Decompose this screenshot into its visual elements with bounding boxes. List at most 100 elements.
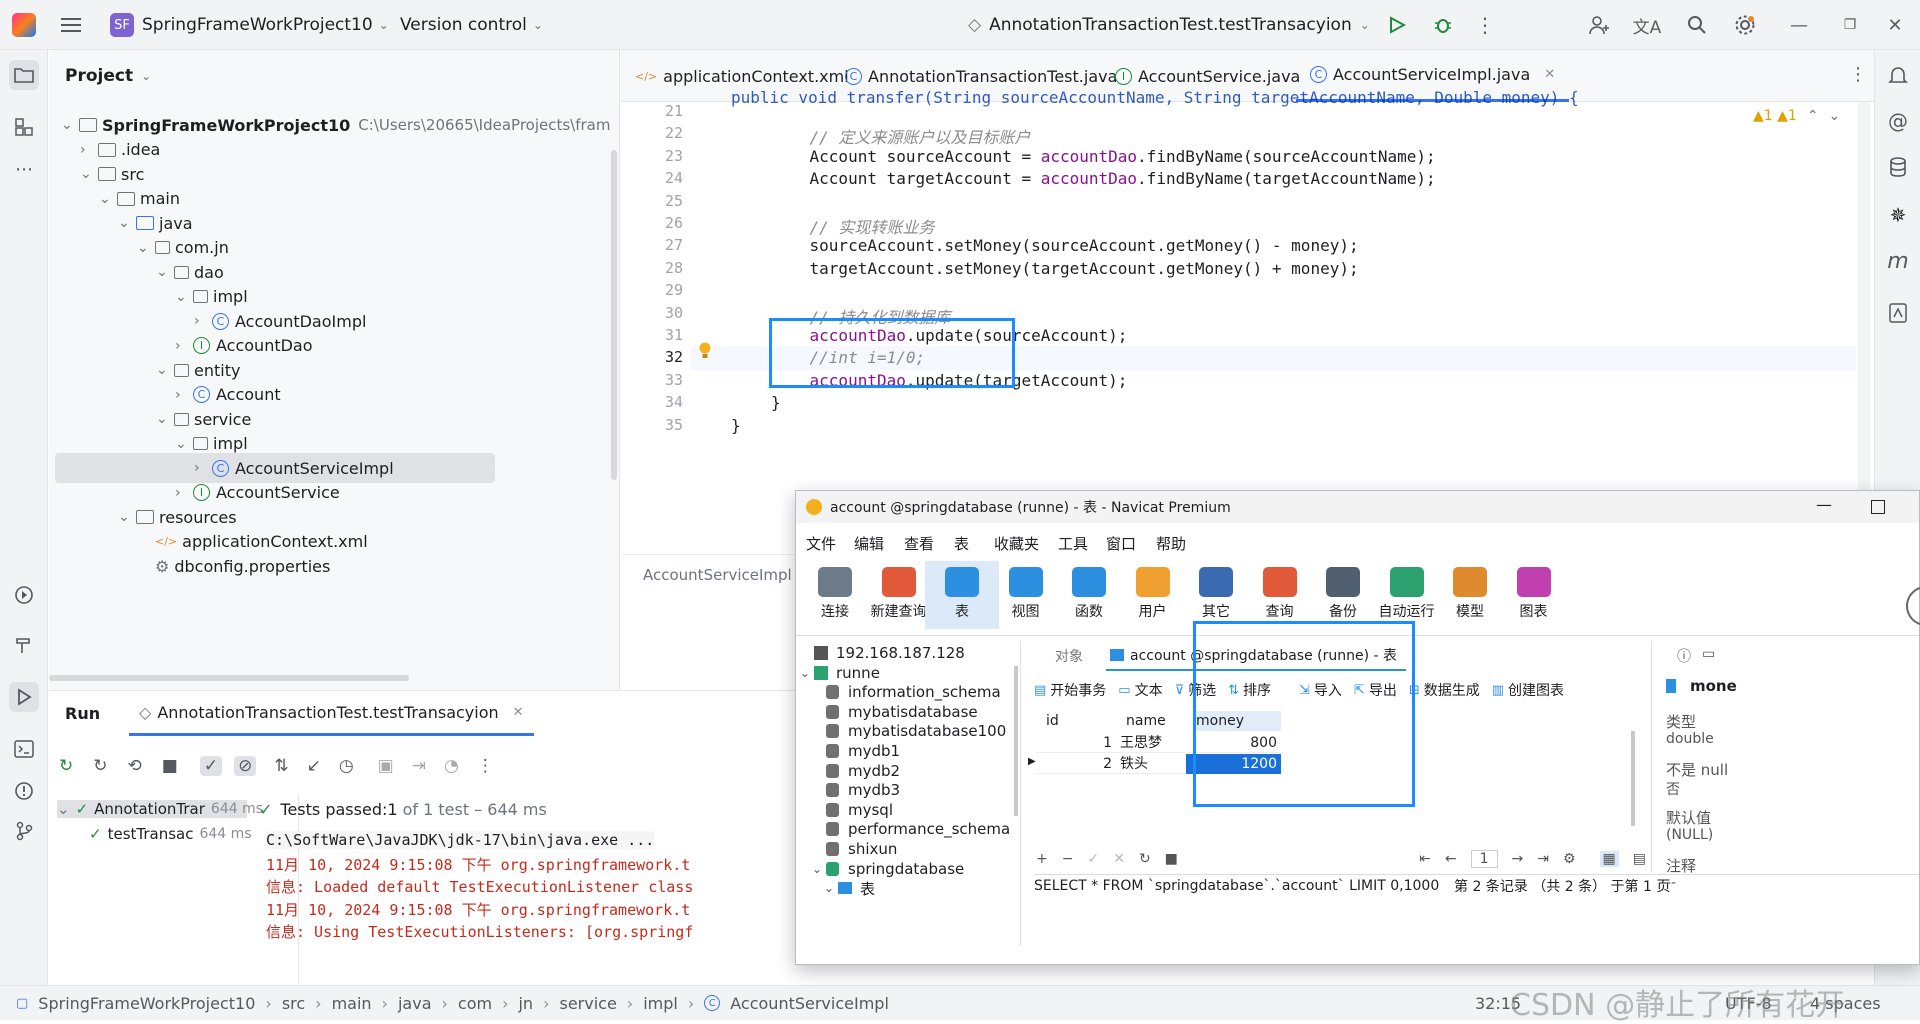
run-tool-icon[interactable] xyxy=(9,682,39,712)
close-tab-icon[interactable]: ✕ xyxy=(513,705,524,720)
close-window-icon[interactable]: ✕ xyxy=(1880,10,1910,40)
breadcrumb-item[interactable]: SpringFrameWorkProject10 xyxy=(38,994,255,1013)
ddl-icon[interactable]: ▭ xyxy=(1702,646,1715,662)
discard-icon[interactable]: ✕ xyxy=(1113,851,1125,867)
export-icon[interactable]: ⇥ xyxy=(412,756,426,776)
test-node[interactable]: ✓ testTransac 644 ms xyxy=(89,825,252,843)
debug-icon[interactable] xyxy=(1428,10,1458,40)
navicat-action-0[interactable]: ▤ 开始事务 xyxy=(1034,680,1106,700)
gradle-icon[interactable] xyxy=(1883,298,1913,328)
plugin-icon[interactable]: ✵ xyxy=(1883,200,1913,230)
structure-icon[interactable] xyxy=(9,112,39,142)
breadcrumb-item[interactable]: AccountServiceImpl xyxy=(730,994,889,1013)
navicat-action-1[interactable]: ▭ 文本 xyxy=(1118,680,1162,700)
services-icon[interactable] xyxy=(9,580,39,610)
editor-tabs-more-icon[interactable]: ⋮ xyxy=(1849,64,1867,85)
run-config-tab[interactable]: ◇ AnnotationTransactionTest.testTransacy… xyxy=(129,691,534,736)
navicat-tool-11[interactable]: 图表 xyxy=(1497,561,1571,629)
tree-row-dbconfig-properties[interactable]: ⚙ dbconfig.properties xyxy=(137,551,330,581)
run-panel-title[interactable]: Run xyxy=(65,691,100,736)
breadcrumb-item[interactable]: main xyxy=(332,994,372,1013)
user-add-icon[interactable] xyxy=(1584,10,1614,40)
navicat-action-6[interactable]: ⊞ 数据生成 xyxy=(1409,680,1480,700)
maven-icon[interactable]: m xyxy=(1883,246,1913,276)
minimize-window-icon[interactable]: — xyxy=(1784,10,1814,40)
grid-header-id[interactable]: id xyxy=(1046,711,1116,731)
project-selector[interactable]: SF SpringFrameWorkProject10 ⌄ xyxy=(110,0,389,50)
sort-icon[interactable]: ⇅ xyxy=(274,756,288,776)
navicat-action-7[interactable]: ▥ 创建图表 xyxy=(1492,680,1564,700)
next-page-icon[interactable]: → xyxy=(1512,851,1524,867)
horizontal-scrollbar[interactable] xyxy=(49,675,409,681)
show-ignored-icon[interactable]: ⊘ xyxy=(234,756,257,776)
settings-gear-icon[interactable] xyxy=(1730,10,1760,40)
breadcrumb-item[interactable]: src xyxy=(282,994,305,1013)
git-branch-icon[interactable] xyxy=(9,816,39,846)
indent-setting[interactable]: 4 spaces xyxy=(1810,986,1881,1020)
grid-settings-icon[interactable]: ⚙ xyxy=(1563,851,1576,867)
more-icon[interactable]: ⋮ xyxy=(477,756,494,776)
problems-icon[interactable] xyxy=(9,776,39,806)
grid-header-name[interactable]: name xyxy=(1126,711,1186,731)
show-passed-icon[interactable]: ✓ xyxy=(199,756,223,776)
first-page-icon[interactable]: ⇤ xyxy=(1419,851,1431,867)
ai-assistant-icon[interactable]: @ xyxy=(1883,106,1913,136)
toggle-auto-test-icon[interactable]: ⟲ xyxy=(128,756,142,776)
info-icon[interactable]: ⓘ xyxy=(1677,646,1691,666)
connection-tree-scrollbar[interactable] xyxy=(1014,666,1018,816)
grid-view-icon[interactable]: ▦ xyxy=(1599,851,1619,867)
refresh-icon[interactable]: ↻ xyxy=(1139,851,1151,867)
breadcrumb-item[interactable]: com xyxy=(458,994,492,1013)
more-tools-icon[interactable]: ⋯ xyxy=(9,154,39,184)
breadcrumb-item[interactable]: jn xyxy=(518,994,533,1013)
project-tool-folder-icon[interactable] xyxy=(9,60,39,90)
caret-position[interactable]: 32:15 xyxy=(1475,986,1521,1020)
database-icon[interactable] xyxy=(1883,152,1913,182)
last-page-icon[interactable]: ⇥ xyxy=(1537,851,1549,867)
chevron-down-icon[interactable]: ⌄ xyxy=(1829,108,1841,124)
grid-scrollbar[interactable] xyxy=(1631,731,1635,826)
navicat-objects-tab[interactable]: 对象 xyxy=(1034,641,1104,671)
file-encoding[interactable]: UTF-8 xyxy=(1725,986,1772,1020)
add-record-icon[interactable]: + xyxy=(1036,851,1048,867)
connection-node[interactable]: ⌄ 表 xyxy=(824,876,875,900)
stop-icon[interactable]: ■ xyxy=(162,756,178,776)
editor-scrollbar[interactable] xyxy=(1858,102,1870,542)
terminal-icon[interactable] xyxy=(9,734,39,764)
rerun-icon[interactable]: ↻ xyxy=(59,756,73,776)
close-tab-icon[interactable]: ✕ xyxy=(1544,67,1555,82)
version-control-selector[interactable]: Version control ⌄ xyxy=(400,0,543,50)
breadcrumb-item[interactable]: java xyxy=(398,994,432,1013)
run-config-selector[interactable]: ◇ AnnotationTransactionTest.testTransacy… xyxy=(968,0,1370,50)
rerun-failed-icon[interactable]: ↻ xyxy=(93,756,107,776)
main-menu-icon[interactable] xyxy=(56,10,86,40)
lightbulb-icon[interactable] xyxy=(698,342,712,360)
more-actions-icon[interactable]: ⋮ xyxy=(1470,10,1500,40)
page-number-input[interactable]: 1 xyxy=(1470,850,1498,868)
prev-page-icon[interactable]: ← xyxy=(1445,851,1457,867)
editor-breadcrumb[interactable]: AccountServiceImpl xyxy=(621,554,821,594)
build-hammer-icon[interactable] xyxy=(9,630,39,660)
intellij-logo-icon[interactable] xyxy=(12,13,36,37)
test-node[interactable]: ⌄ ✓ AnnotationTrar 644 ms xyxy=(57,800,263,818)
coverage-icon[interactable]: ◔ xyxy=(444,756,459,776)
vertical-scrollbar[interactable] xyxy=(611,150,617,480)
project-panel-header[interactable]: Project ⌄ xyxy=(65,50,151,102)
inspection-widget[interactable]: ▲1 ▲1 ⌃ ⌄ xyxy=(1753,108,1840,124)
notifications-bell-icon[interactable] xyxy=(1883,60,1913,90)
apply-icon[interactable]: ✓ xyxy=(1087,851,1099,867)
camera-icon[interactable]: ▣ xyxy=(378,756,394,776)
chevron-up-icon[interactable]: ⌃ xyxy=(1807,108,1819,124)
delete-record-icon[interactable]: − xyxy=(1062,851,1074,867)
search-icon[interactable] xyxy=(1682,10,1712,40)
restore-window-icon[interactable]: ❐ xyxy=(1835,10,1865,40)
form-view-icon[interactable]: ▤ xyxy=(1633,851,1646,867)
stop-icon[interactable]: ■ xyxy=(1165,851,1178,867)
navicat-connection-tree[interactable]: 192.168.187.128 ⌄ runne information_schema m… xyxy=(796,641,1021,946)
history-clock-icon[interactable]: ◷ xyxy=(339,756,354,776)
import-tests-icon[interactable]: ↙ xyxy=(307,756,321,776)
translate-icon[interactable]: 文A xyxy=(1632,10,1662,40)
breadcrumb-item[interactable]: impl xyxy=(643,994,678,1013)
console-output[interactable]: C:\SoftWare\JavaJDK\jdk-17\bin\java.exe … xyxy=(266,831,796,986)
breadcrumb-item[interactable]: service xyxy=(559,994,616,1013)
